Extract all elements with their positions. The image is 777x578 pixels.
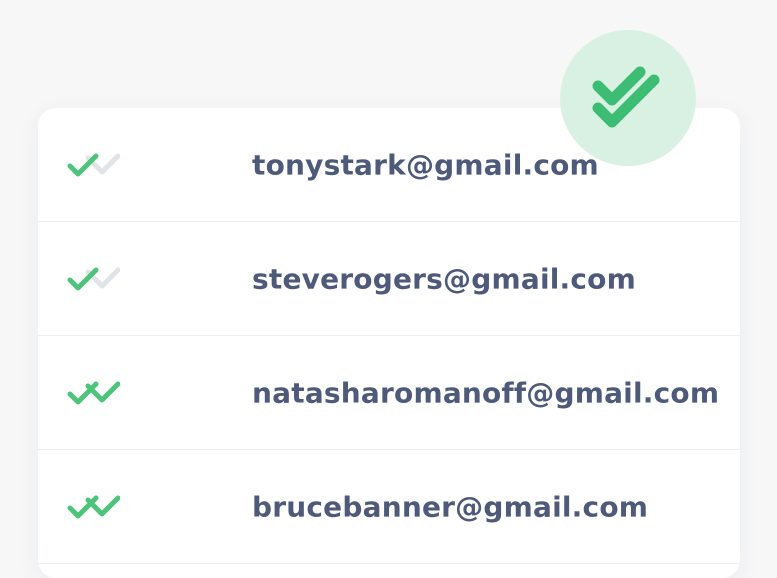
email-row[interactable]: brucebanner@gmail.com	[38, 450, 740, 564]
double-check-icon	[67, 495, 120, 518]
double-check-icon	[67, 381, 120, 404]
email-address: steverogers@gmail.com	[252, 262, 636, 295]
double-check-icon	[592, 66, 660, 128]
email-address: tonystark@gmail.com	[252, 148, 599, 181]
email-list-card: tonystark@gmail.com steverogers@gmail.co…	[38, 108, 740, 578]
verified-badge	[560, 30, 696, 166]
email-row[interactable]: steverogers@gmail.com	[38, 222, 740, 336]
email-address: brucebanner@gmail.com	[252, 490, 649, 523]
email-address: natasharomanoff@gmail.com	[252, 376, 720, 409]
single-check-icon	[67, 153, 120, 176]
single-check-icon	[67, 267, 120, 290]
email-row[interactable]: natasharomanoff@gmail.com	[38, 336, 740, 450]
